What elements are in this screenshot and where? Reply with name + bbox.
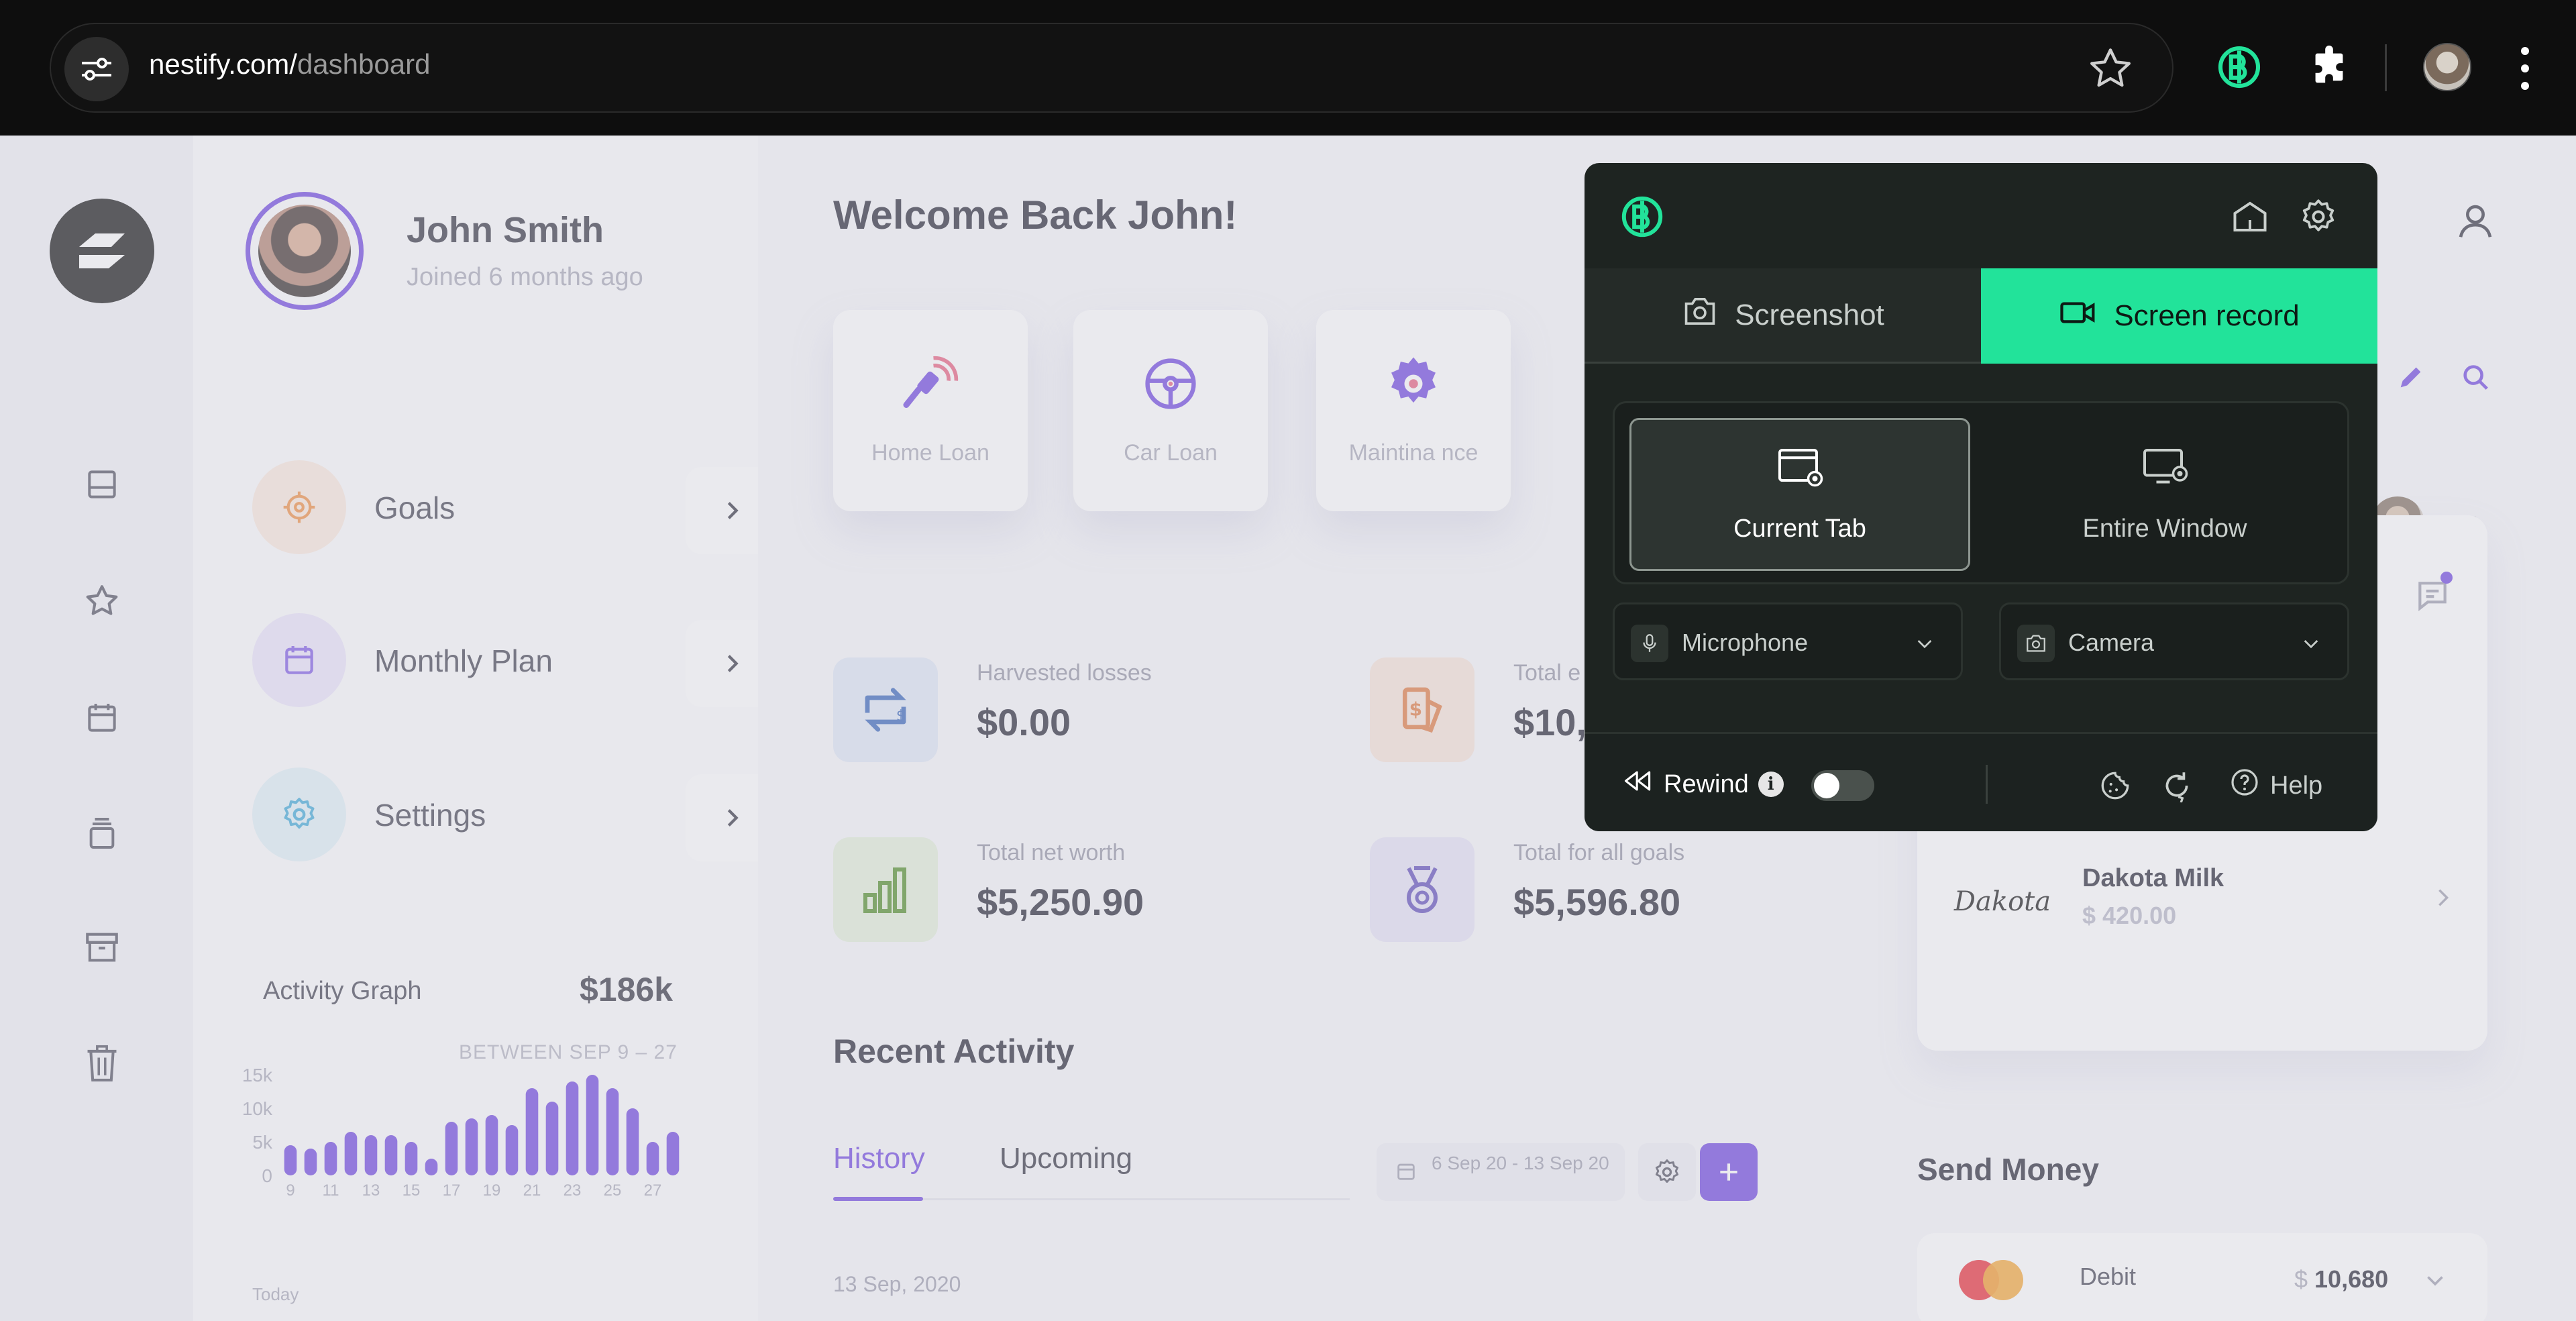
capture-source-selector: Current Tab Entire Window xyxy=(1613,401,2349,584)
rewind-icon xyxy=(1622,768,1654,801)
refresh-icon[interactable] xyxy=(2159,768,2195,804)
tab-screenshot[interactable]: Screenshot xyxy=(1585,268,1981,364)
browser-profile-avatar[interactable] xyxy=(2423,43,2471,91)
recorder-extension-icon[interactable] xyxy=(2212,40,2266,94)
recorder-popup: Screenshot Screen record Current Tab Ent… xyxy=(1585,163,2377,831)
camera-icon xyxy=(1681,295,1719,335)
microphone-icon xyxy=(1631,625,1668,662)
rewind-label: Rewind xyxy=(1664,770,1749,798)
footer-divider xyxy=(1986,765,1988,804)
bookmark-star-icon[interactable] xyxy=(2086,44,2135,93)
help-link[interactable]: Help xyxy=(2229,766,2322,805)
home-icon[interactable] xyxy=(2227,194,2273,240)
browser-menu-icon[interactable] xyxy=(2509,42,2541,95)
rewind-toggle[interactable] xyxy=(1811,770,1874,801)
recorder-logo-icon xyxy=(1618,193,1666,241)
dropdown-label: Microphone xyxy=(1682,629,1809,656)
source-entire-window[interactable]: Entire Window xyxy=(1994,418,2335,571)
dropdown-label: Camera xyxy=(2068,629,2155,656)
info-icon[interactable]: i xyxy=(1758,772,1784,797)
settings-gear-icon[interactable] xyxy=(2296,194,2341,240)
toolbar-divider xyxy=(2385,44,2387,91)
cookie-icon[interactable] xyxy=(2097,768,2133,804)
browser-toolbar: nestify.com/dashboard xyxy=(0,0,2576,136)
source-current-tab[interactable]: Current Tab xyxy=(1629,418,1970,571)
url-text: nestify.com/dashboard xyxy=(149,48,431,80)
site-settings-icon[interactable] xyxy=(64,37,129,101)
help-circle-icon xyxy=(2229,766,2261,805)
popup-footer: Rewind i Help xyxy=(1585,732,2377,831)
video-camera-icon xyxy=(2059,297,2098,335)
extensions-puzzle-icon[interactable] xyxy=(2302,40,2356,94)
chevron-down-icon xyxy=(1911,630,1938,657)
tab-label: Screen record xyxy=(2114,299,2300,332)
camera-icon xyxy=(2017,625,2055,662)
source-label: Entire Window xyxy=(2082,514,2247,543)
monitor-icon xyxy=(2141,446,2188,494)
browser-tab-icon xyxy=(1776,446,1823,494)
rewind-control: Rewind i xyxy=(1622,768,1784,801)
microphone-dropdown[interactable]: Microphone xyxy=(1613,602,1963,680)
camera-dropdown[interactable]: Camera xyxy=(1999,602,2349,680)
source-label: Current Tab xyxy=(1733,514,1866,543)
tab-screen-record[interactable]: Screen record xyxy=(1981,268,2377,364)
help-label: Help xyxy=(2270,771,2323,800)
address-bar[interactable]: nestify.com/dashboard xyxy=(50,23,2174,113)
tab-label: Screenshot xyxy=(1735,298,1884,331)
chevron-down-icon xyxy=(2298,630,2324,657)
